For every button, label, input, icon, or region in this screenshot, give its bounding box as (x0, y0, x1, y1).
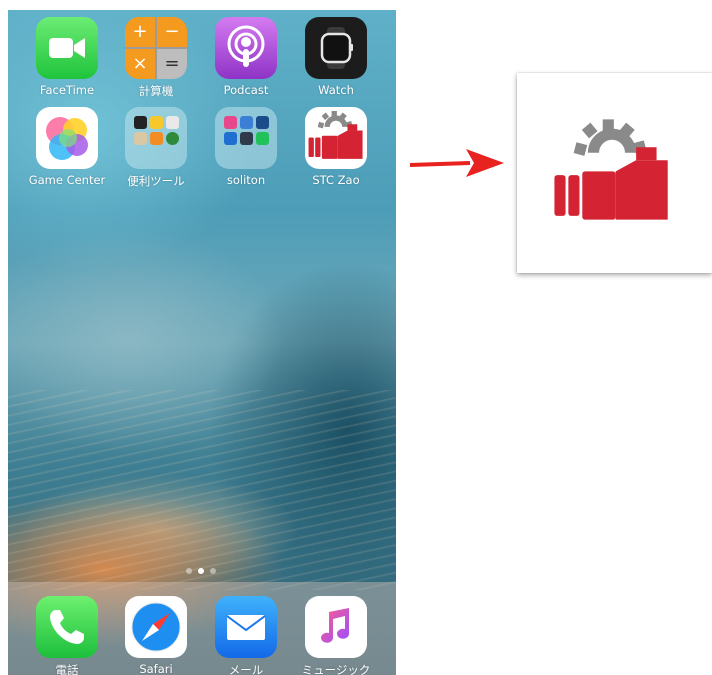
page-indicator[interactable] (186, 568, 216, 574)
podcast-icon (215, 17, 277, 79)
mini-app-icon (166, 116, 179, 129)
app-label: 便利ツール (127, 174, 185, 188)
mini-app-icon (150, 116, 163, 129)
app-label: メール (228, 663, 264, 675)
app-label: ミュージック (301, 663, 371, 675)
mini-app-icon (224, 116, 237, 129)
folder-icon (215, 107, 277, 169)
page-dot (186, 568, 192, 574)
pointer-arrow-icon (409, 149, 504, 177)
mail-icon (215, 596, 277, 658)
calc-key-minus: − (157, 17, 187, 47)
music-icon (305, 596, 367, 658)
app-label: Safari (139, 662, 173, 675)
app-calculator[interactable]: + − × = 計算機 (116, 17, 196, 99)
app-stc-zao[interactable]: STC Zao (296, 107, 376, 187)
app-podcast[interactable]: Podcast (206, 17, 286, 97)
app-watch[interactable]: Watch (296, 17, 376, 97)
calculator-icon: + − × = (125, 17, 187, 79)
app-label: 計算機 (138, 84, 174, 98)
folder-benri-tools[interactable]: 便利ツール (116, 107, 196, 189)
phone-home-screen: FaceTime + − × = 計算機 Podcast Watch Game … (8, 10, 396, 675)
mini-app-icon (256, 116, 269, 129)
mini-app-icon (150, 132, 163, 145)
dock-app-mail[interactable]: メール (206, 596, 286, 675)
stc-zao-icon (305, 107, 367, 169)
app-label: STC Zao (312, 173, 360, 187)
app-label: 電話 (55, 663, 79, 675)
folder-soliton[interactable]: soliton (206, 107, 286, 187)
folder-icon (125, 107, 187, 169)
dock: 電話 Safari メール ミュージック (8, 582, 396, 675)
mini-app-icon (134, 116, 147, 129)
phone-icon (36, 596, 98, 658)
dock-app-phone[interactable]: 電話 (27, 596, 107, 675)
mini-app-icon (256, 132, 269, 145)
page-dot (210, 568, 216, 574)
mini-app-icon (134, 132, 147, 145)
stc-zao-icon (554, 119, 668, 220)
app-label: Podcast (223, 83, 269, 97)
app-label: Game Center (28, 173, 106, 187)
game-center-icon (36, 107, 98, 169)
app-label: Watch (318, 83, 354, 97)
zoomed-app-icon-card (517, 73, 712, 273)
calc-key-plus: + (125, 17, 155, 47)
calc-key-equals: = (157, 49, 187, 79)
app-label: FaceTime (39, 83, 95, 97)
mini-app-icon (166, 132, 179, 145)
mini-app-icon (240, 116, 253, 129)
safari-icon (125, 596, 187, 658)
wallpaper-ripples (8, 390, 396, 590)
watch-icon (305, 17, 367, 79)
app-game-center[interactable]: Game Center (27, 107, 107, 187)
mini-app-icon (224, 132, 237, 145)
dock-app-safari[interactable]: Safari (116, 596, 196, 675)
facetime-icon (36, 17, 98, 79)
mini-app-icon (240, 132, 253, 145)
calc-key-multiply: × (125, 49, 155, 79)
dock-app-music[interactable]: ミュージック (296, 596, 376, 675)
page-dot-current (198, 568, 204, 574)
app-facetime[interactable]: FaceTime (27, 17, 107, 97)
app-label: soliton (226, 173, 266, 187)
